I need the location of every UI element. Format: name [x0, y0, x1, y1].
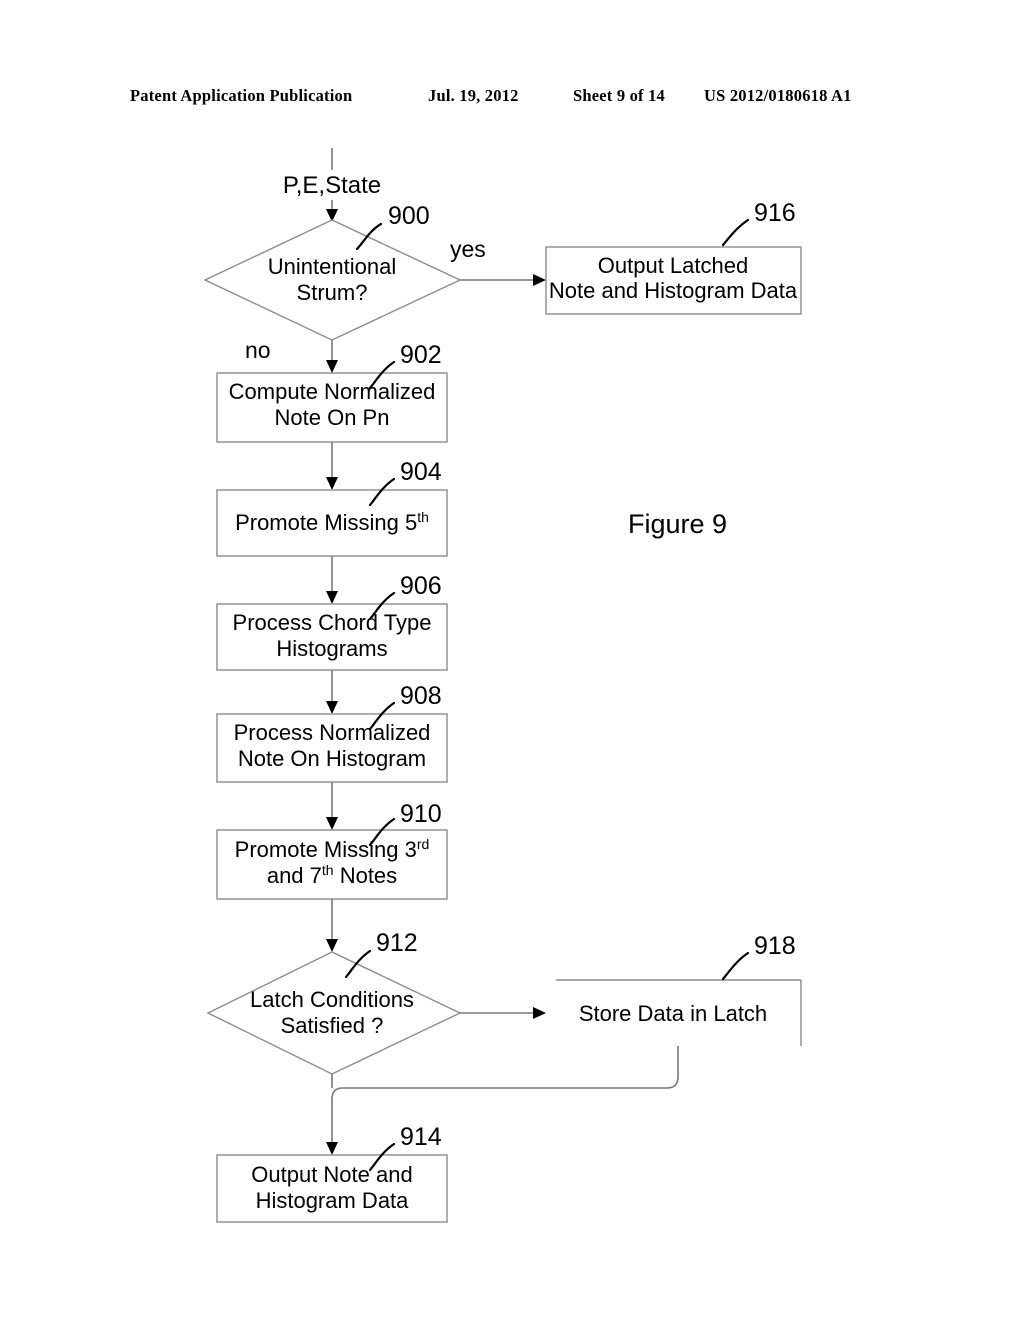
arrow-into-n916: [533, 274, 546, 286]
arrow-into-n914: [326, 1142, 338, 1155]
flowchart-figure-9: P,E,State Unintentional Strum? 900 yes O…: [203, 148, 802, 1223]
node-900-label-line2: Strum?: [297, 280, 368, 305]
arrow-into-n910: [326, 817, 338, 830]
node-914-label-line1: Output Note and: [251, 1162, 412, 1187]
node-910-label-superscript-2: th: [322, 862, 334, 878]
node-916-label-line1: Output Latched: [598, 253, 748, 278]
node-908-ref: 908: [400, 682, 442, 710]
node-904-label-text: Promote Missing 5: [235, 510, 417, 535]
node-904-label-line1: Promote Missing 5th: [235, 509, 429, 535]
node-902-label-line1: Compute Normalized: [229, 379, 436, 404]
figure-caption: Figure 9: [628, 509, 727, 539]
node-906-label-line1: Process Chord Type: [233, 610, 432, 635]
node-902-label-line2: Note On Pn: [275, 405, 390, 430]
node-916-label-line2: Note and Histogram Data: [549, 278, 798, 303]
arrow-into-n906: [326, 591, 338, 604]
node-912-label-line2: Satisfied ?: [281, 1013, 384, 1038]
node-906-ref: 906: [400, 572, 442, 600]
node-916-ref-leader: [721, 218, 750, 247]
node-904-label-superscript: th: [417, 509, 429, 525]
arrow-into-n908: [326, 701, 338, 714]
node-912-label-line1: Latch Conditions: [250, 987, 414, 1012]
branch-label-yes: yes: [450, 236, 486, 262]
patent-figure-page: Patent Application Publication Jul. 19, …: [0, 0, 1024, 1320]
node-910-label-line1: Promote Missing 3rd: [235, 836, 430, 862]
node-912-ref: 912: [376, 929, 418, 957]
node-910-ref: 910: [400, 800, 442, 828]
node-906-label-line2: Histograms: [276, 636, 387, 661]
node-910-label-text-2a: and 7: [267, 863, 322, 888]
node-914-ref: 914: [400, 1123, 442, 1151]
arrow-into-n918: [533, 1007, 546, 1019]
arrow-into-n904: [326, 477, 338, 490]
node-904-ref: 904: [400, 458, 442, 486]
node-908-label-line1: Process Normalized: [234, 720, 431, 745]
arrow-into-n902: [326, 360, 338, 373]
node-916-ref: 916: [754, 199, 796, 227]
node-900-ref: 900: [388, 202, 430, 230]
branch-label-no: no: [245, 337, 271, 363]
input-label-pestate: P,E,State: [283, 172, 381, 199]
node-914-label-line2: Histogram Data: [256, 1188, 410, 1213]
node-900-label-line1: Unintentional: [268, 254, 396, 279]
node-918-ref-leader: [721, 951, 750, 981]
arrow-into-n912: [326, 939, 338, 952]
node-918-label-line1: Store Data in Latch: [579, 1001, 767, 1026]
node-910-label-text-1: Promote Missing 3: [235, 837, 417, 862]
node-918-ref: 918: [754, 932, 796, 960]
n918-feedback-connector: [331, 1046, 679, 1148]
node-910-label-text-2b: Notes: [334, 863, 398, 888]
node-908-label-line2: Note On Histogram: [238, 746, 426, 771]
node-910-label-superscript-1: rd: [417, 836, 429, 852]
node-902-ref: 902: [400, 341, 442, 369]
